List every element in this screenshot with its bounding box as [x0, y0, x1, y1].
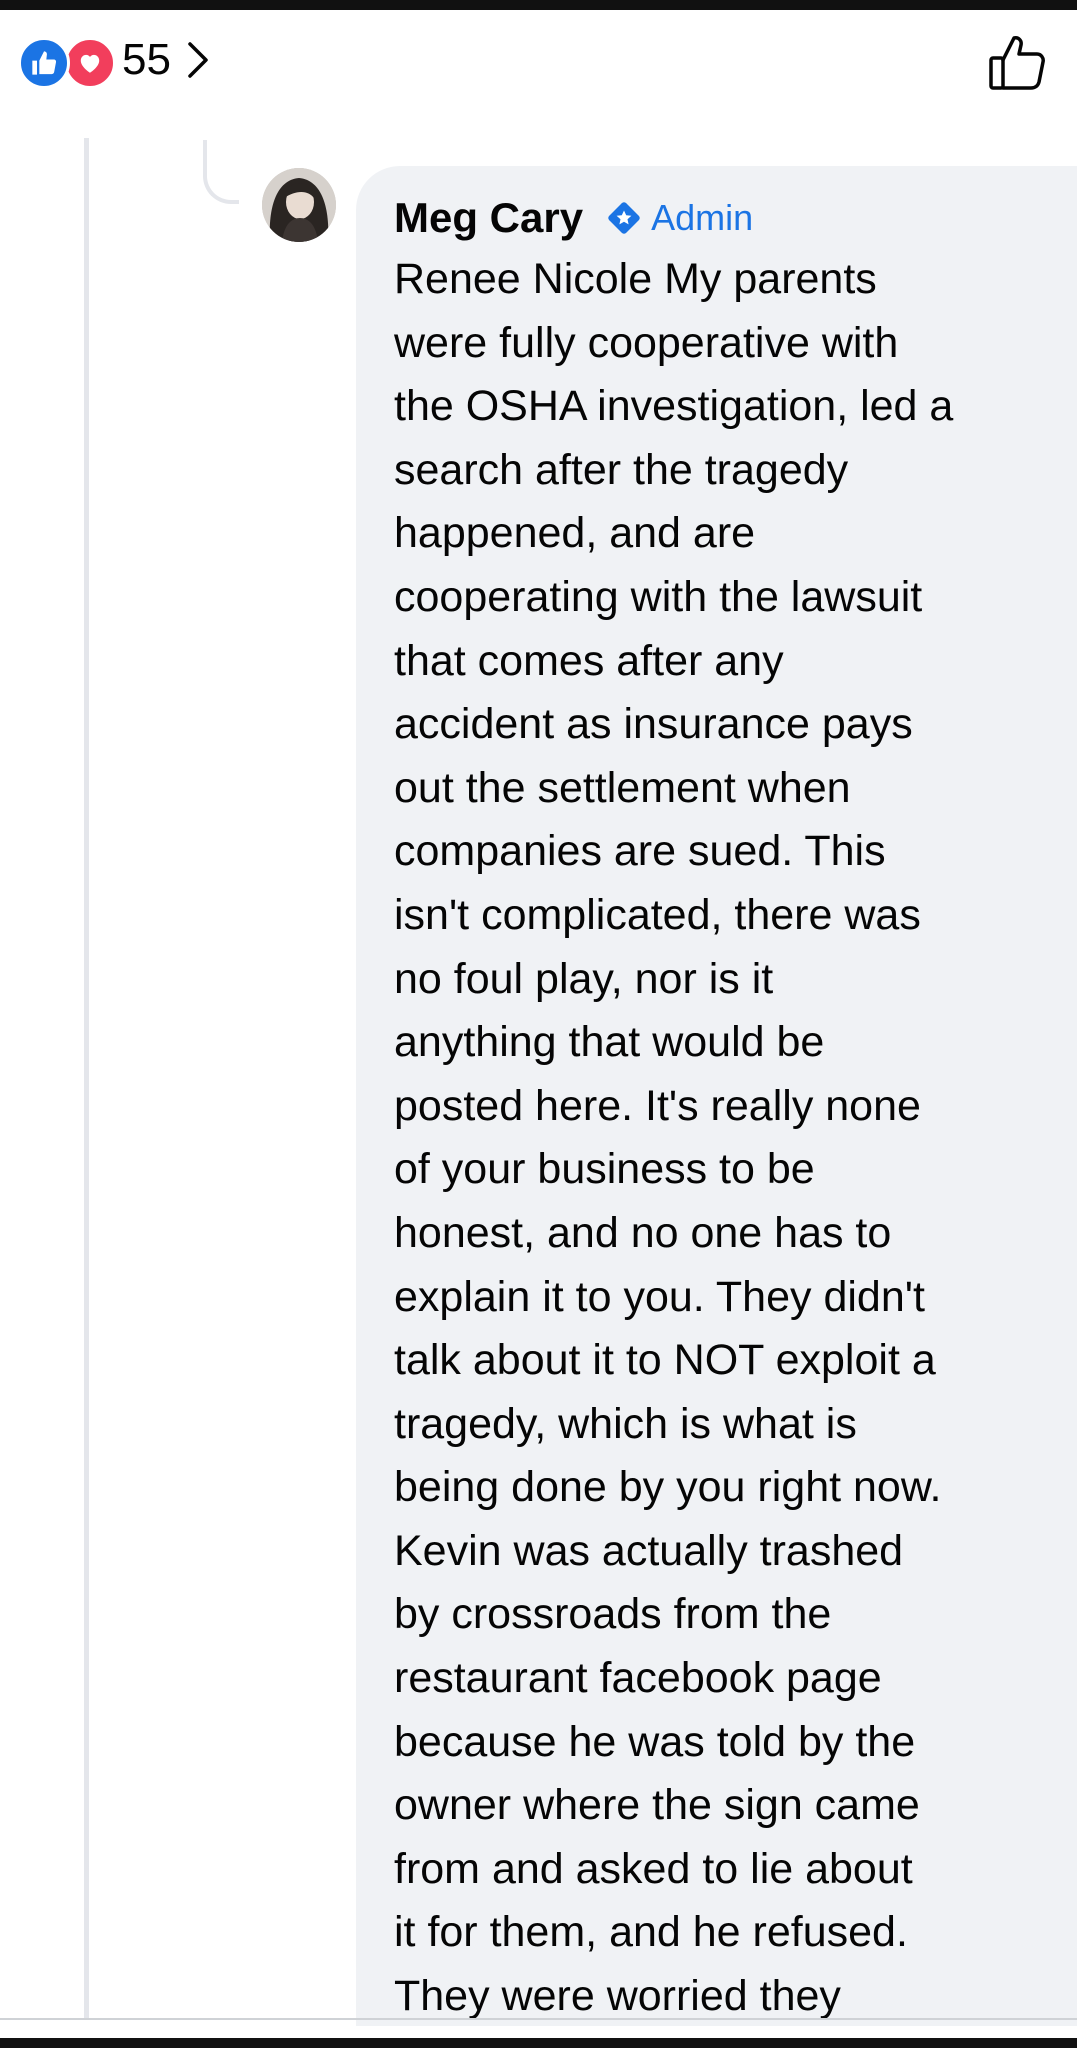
comment-header: Meg Cary Admin: [394, 188, 1047, 248]
admin-diamond-icon: [608, 202, 640, 234]
reaction-count: 55: [122, 35, 171, 84]
admin-label: Admin: [651, 197, 754, 238]
profile-photo: [262, 168, 336, 242]
bottom-divider: [0, 2018, 1077, 2020]
avatar[interactable]: [262, 168, 336, 242]
reply-connector: [203, 140, 239, 204]
like-button[interactable]: [985, 30, 1049, 94]
reaction-icons: [18, 34, 122, 89]
like-icon: [18, 37, 70, 89]
comment-bubble: Meg Cary Admin Renee Nicole My parents w…: [356, 166, 1077, 2026]
top-border: [0, 0, 1077, 10]
chevron-right-icon: [185, 40, 211, 80]
admin-badge[interactable]: Admin: [605, 197, 753, 239]
reaction-summary[interactable]: 55: [18, 30, 211, 90]
bottom-border: [0, 2038, 1077, 2048]
thumbs-up-icon: [989, 36, 1045, 90]
love-icon: [64, 37, 116, 89]
thread-line: [84, 138, 89, 2018]
comment-text: Renee Nicole My parents were fully coope…: [394, 255, 954, 2021]
author-name[interactable]: Meg Cary: [394, 194, 583, 242]
